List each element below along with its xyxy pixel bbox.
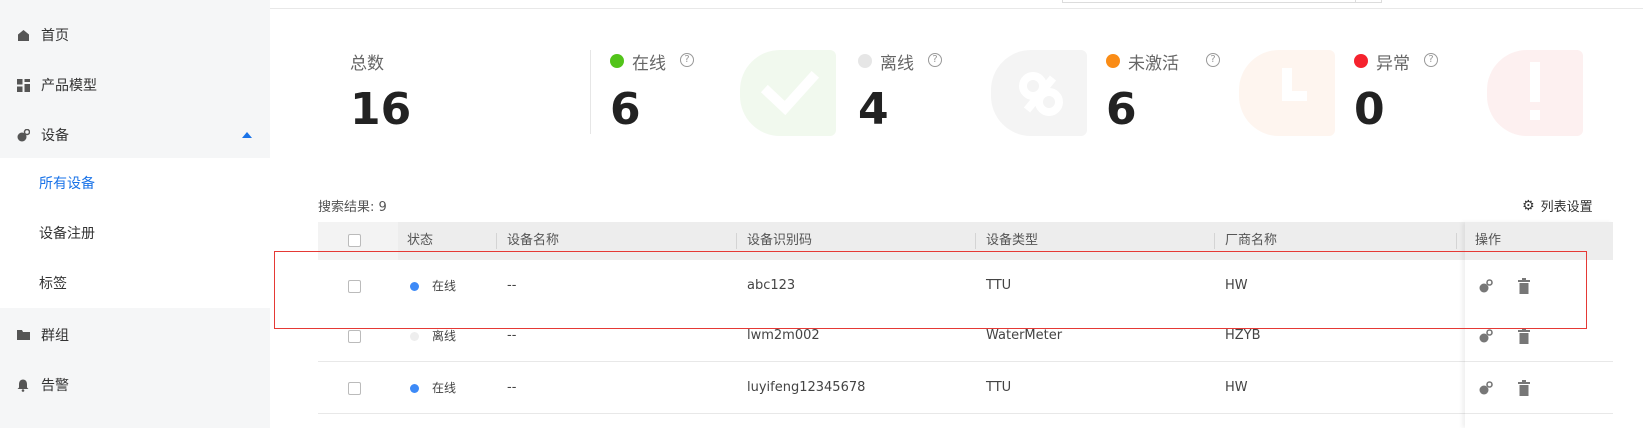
stat-inactive-value: 6 — [1106, 84, 1137, 135]
column-header-device-id[interactable]: 设备识别码 — [747, 222, 812, 260]
device-icon — [16, 128, 30, 142]
stat-total-label: 总数 — [350, 54, 384, 74]
help-icon[interactable]: ? — [1206, 53, 1220, 67]
column-settings-label: 列表设置 — [1540, 200, 1593, 215]
sidebar: 首页 产品模型 设备 所有设备 设备注册 标签 群组 告警 — [0, 0, 270, 428]
sidebar-item-product-model[interactable]: 产品模型 — [0, 60, 270, 110]
sidebar-subitem-device-register[interactable]: 设备注册 — [0, 208, 270, 258]
sidebar-item-label: 告警 — [41, 378, 69, 394]
exclamation-icon — [1487, 50, 1583, 136]
clock-icon — [1239, 50, 1335, 136]
folder-icon — [16, 328, 30, 342]
status-dot-abnormal — [1354, 54, 1368, 68]
search-box[interactable] — [1062, 0, 1382, 3]
table-row[interactable]: 在线 -- luyifeng12345678 TTU HW — [318, 362, 1613, 414]
table-row[interactable]: 离线 -- lwm2m002 WaterMeter HZYB — [318, 310, 1613, 362]
row-vendor: HW — [1225, 278, 1248, 293]
column-divider — [1456, 233, 1457, 249]
gear-icon: ⚙ — [1522, 197, 1535, 214]
column-header-vendor[interactable]: 厂商名称 — [1225, 222, 1277, 260]
column-divider — [975, 233, 976, 249]
stat-inactive-label: 未激活 — [1128, 54, 1179, 74]
stat-total-value: 16 — [350, 84, 412, 135]
sidebar-item-group[interactable]: 群组 — [0, 310, 270, 360]
sidebar-item-label: 群组 — [41, 328, 69, 344]
row-status: 离线 — [432, 329, 457, 343]
sidebar-subitem-label: 标签 — [39, 276, 67, 292]
stat-offline-value: 4 — [858, 84, 889, 135]
row-status: 在线 — [432, 381, 457, 395]
sidebar-item-alarm[interactable]: 告警 — [0, 360, 270, 410]
grid-icon — [16, 78, 30, 92]
status-dot — [410, 384, 419, 393]
sidebar-subitem-label: 设备注册 — [39, 226, 95, 242]
sidebar-item-label: 首页 — [41, 28, 69, 44]
row-vendor: HZYB — [1225, 328, 1261, 343]
select-all-checkbox[interactable] — [348, 234, 361, 247]
row-status: 在线 — [432, 279, 457, 293]
row-device-type: TTU — [986, 380, 1012, 395]
status-dot — [410, 332, 419, 341]
column-header-status[interactable]: 状态 — [407, 222, 433, 260]
row-device-type: WaterMeter — [986, 328, 1063, 343]
row-device-name: -- — [507, 380, 517, 395]
stat-divider — [590, 50, 591, 134]
help-icon[interactable]: ? — [928, 53, 942, 67]
row-device-id: luyifeng12345678 — [747, 380, 866, 395]
help-icon[interactable]: ? — [680, 53, 694, 67]
sidebar-subitem-all-devices[interactable]: 所有设备 — [0, 158, 270, 208]
stat-online-label: 在线 — [632, 54, 666, 74]
chevron-up-icon — [242, 132, 252, 138]
column-header-device-name[interactable]: 设备名称 — [507, 222, 559, 260]
column-settings-button[interactable]: ⚙ 列表设置 — [1522, 196, 1593, 216]
row-checkbox[interactable] — [348, 280, 361, 293]
sidebar-item-device[interactable]: 设备 — [0, 110, 270, 160]
row-checkbox[interactable] — [348, 382, 361, 395]
actions-column-shadow — [1465, 222, 1613, 428]
stat-offline-label: 离线 — [880, 54, 914, 74]
sidebar-subitem-label: 所有设备 — [39, 176, 95, 192]
row-vendor: HW — [1225, 380, 1248, 395]
row-device-name: -- — [507, 328, 517, 343]
status-dot-offline — [858, 54, 872, 68]
stat-online-value: 6 — [610, 84, 641, 135]
column-divider — [1214, 233, 1215, 249]
column-header-device-type[interactable]: 设备类型 — [986, 222, 1038, 260]
table-row[interactable]: 在线 -- abc123 TTU HW — [318, 260, 1613, 312]
stat-abnormal-label: 异常 — [1376, 54, 1410, 74]
row-device-type: TTU — [986, 278, 1012, 293]
row-device-id: abc123 — [747, 278, 796, 293]
header-divider — [270, 8, 1643, 9]
status-dot-online — [610, 54, 624, 68]
search-box-divider — [1355, 0, 1356, 3]
column-divider — [736, 233, 737, 249]
stat-abnormal-value: 0 — [1354, 84, 1385, 135]
sidebar-item-home[interactable]: 首页 — [0, 10, 270, 60]
column-divider — [496, 233, 497, 249]
check-icon — [740, 50, 836, 136]
row-device-id: lwm2m002 — [747, 328, 820, 343]
unlink-icon — [991, 50, 1087, 136]
sidebar-item-label: 设备 — [41, 128, 69, 144]
home-icon — [16, 28, 30, 42]
status-dot-inactive — [1106, 54, 1120, 68]
row-device-name: -- — [507, 278, 517, 293]
status-dot — [410, 282, 419, 291]
table-header: 状态 设备名称 设备识别码 设备类型 厂商名称 操作 — [318, 222, 1613, 260]
bell-icon — [16, 378, 30, 392]
sidebar-item-label: 产品模型 — [41, 78, 97, 94]
help-icon[interactable]: ? — [1424, 53, 1438, 67]
search-result-count: 搜索结果: 9 — [318, 200, 387, 215]
row-checkbox[interactable] — [348, 330, 361, 343]
sidebar-subitem-tags[interactable]: 标签 — [0, 258, 270, 308]
